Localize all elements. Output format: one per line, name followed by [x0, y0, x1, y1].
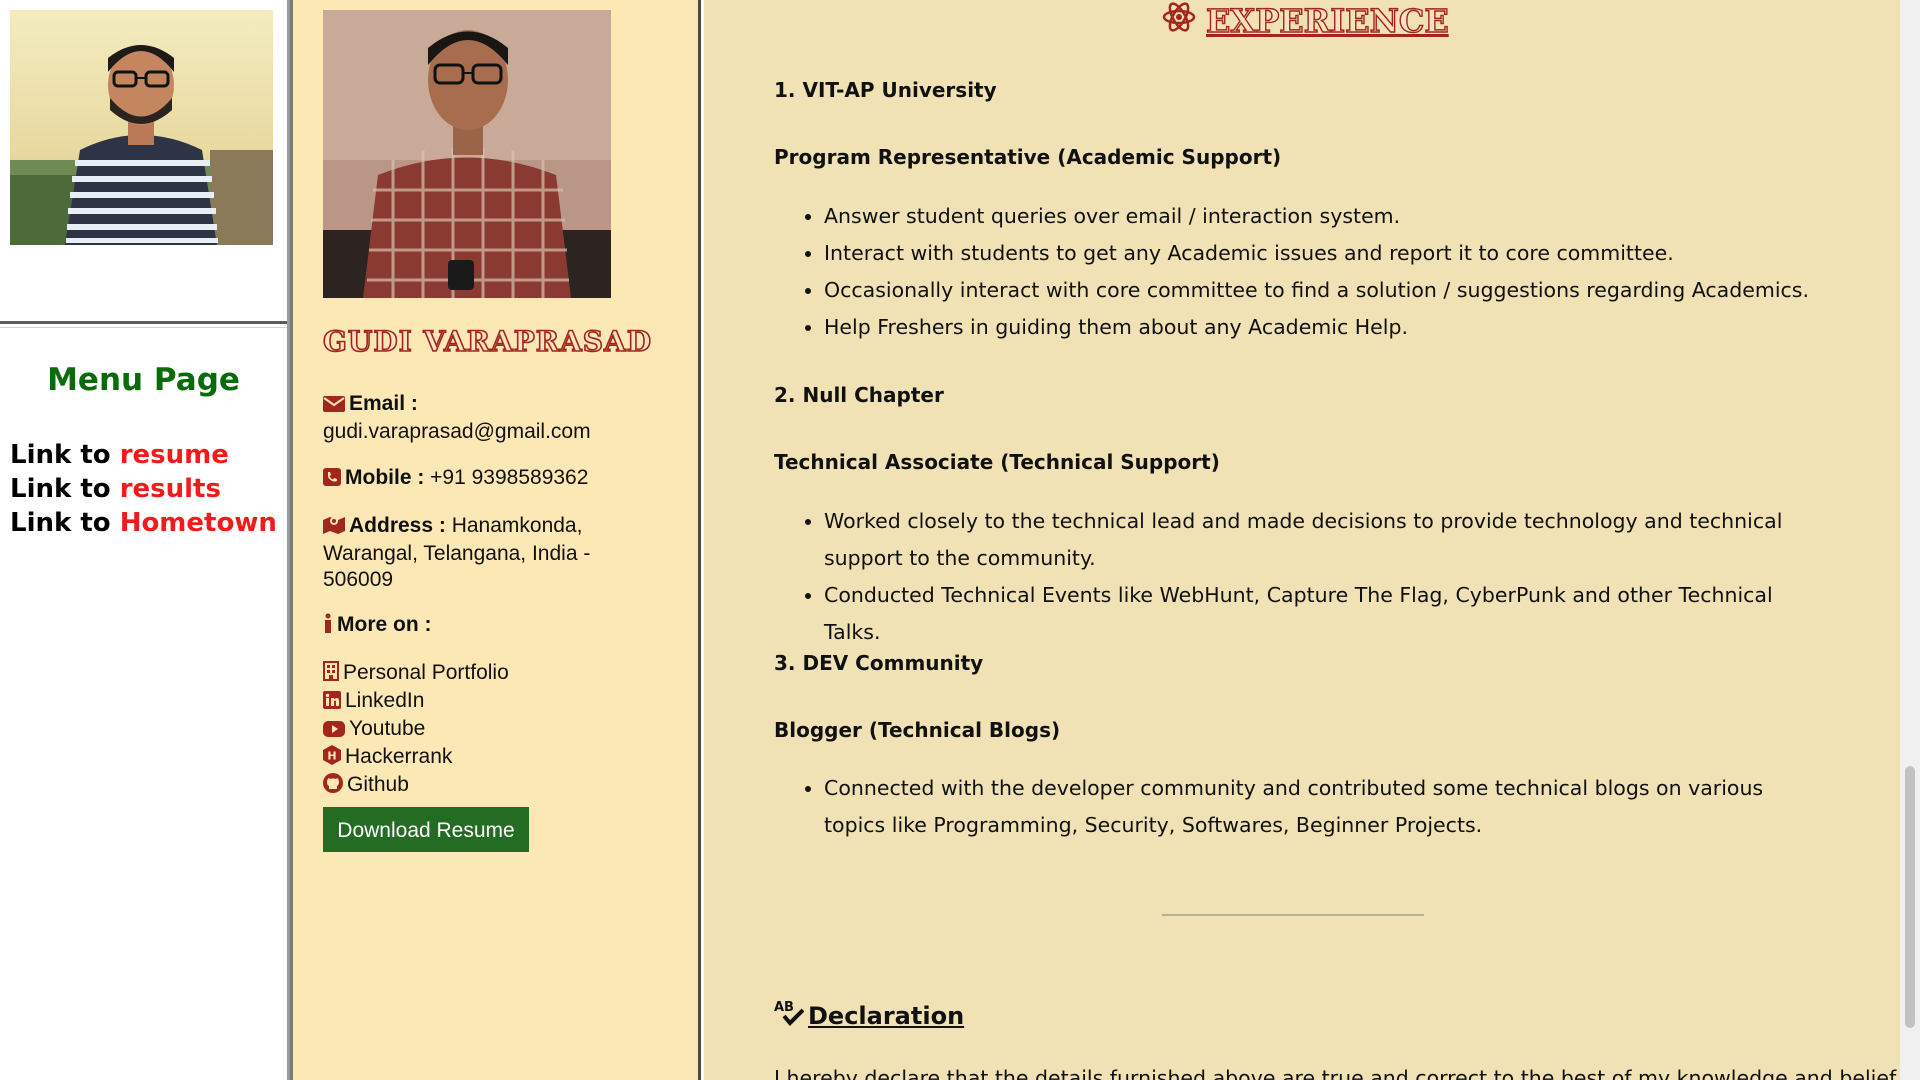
link-label: Personal Portfolio	[343, 661, 509, 684]
atom-icon	[1162, 0, 1196, 42]
vertical-scrollbar[interactable]	[1900, 0, 1920, 1080]
bullet-list: Connected with the developer community a…	[774, 770, 1824, 844]
profile-photo-outdoor	[10, 10, 273, 245]
scrollbar-thumb[interactable]	[1905, 766, 1915, 1028]
role-title: Blogger (Technical Blogs)	[774, 718, 1061, 742]
declaration-heading: AB Declaration	[774, 998, 964, 1032]
social-links: Personal Portfolio LinkedIn Youtube H Hac…	[323, 660, 663, 800]
profile-name: GUDI VARAPRASAD	[322, 324, 653, 359]
experience-heading: EXPERIENCE	[1162, 0, 1449, 42]
info-icon	[323, 613, 333, 640]
linkedin-icon	[323, 690, 341, 716]
menu-link-prefix: Link to	[10, 508, 120, 538]
mobile-value: +91 9398589362	[430, 466, 589, 489]
mobile-label: Mobile :	[345, 466, 425, 489]
map-marker-icon	[323, 514, 345, 541]
bullet-list: Answer student queries over email / inte…	[774, 198, 1824, 346]
menu-link-prefix: Link to	[10, 474, 120, 504]
menu-link-results[interactable]: Link to results	[10, 474, 221, 504]
link-resume[interactable]: resume	[120, 440, 229, 470]
left-frame: Menu Page Link to resume Link to results…	[0, 0, 290, 1080]
building-icon	[323, 661, 339, 688]
org-title: 1. VIT-AP University	[774, 78, 997, 102]
menu-pane: Menu Page Link to resume Link to results…	[0, 327, 287, 1080]
link-personal-portfolio[interactable]: Personal Portfolio	[323, 660, 663, 688]
section-divider	[1162, 914, 1424, 916]
list-item: Connected with the developer community a…	[824, 770, 1824, 844]
org-title: 2. Null Chapter	[774, 383, 944, 407]
link-github[interactable]: Github	[323, 772, 663, 800]
link-label: Github	[347, 773, 409, 796]
link-youtube[interactable]: Youtube	[323, 716, 663, 744]
link-results[interactable]: results	[120, 474, 221, 504]
menu-link-hometown[interactable]: Link to Hometown	[10, 508, 277, 538]
main-content: EXPERIENCE 1. VIT-AP University Program …	[704, 0, 1900, 1080]
email-block: Email : gudi.varaprasad@gmail.com	[323, 391, 663, 445]
hackerrank-icon: H	[323, 745, 341, 772]
declaration-heading-text: Declaration	[808, 1002, 965, 1030]
link-label: Youtube	[349, 717, 426, 740]
email-label: Email :	[349, 392, 418, 415]
org-title: 3. DEV Community	[774, 651, 984, 675]
github-icon	[323, 773, 343, 800]
download-resume-button[interactable]: Download Resume	[323, 807, 529, 852]
more-on-label: More on :	[337, 613, 432, 636]
menu-title: Menu Page	[47, 362, 240, 398]
menu-link-resume[interactable]: Link to resume	[10, 440, 229, 470]
address-block: Address : Hanamkonda, Warangal, Telangan…	[323, 513, 643, 593]
svg-text:H: H	[327, 750, 336, 763]
left-photo-pane	[0, 0, 287, 324]
role-title: Technical Associate (Technical Support)	[774, 450, 1220, 474]
profile-photo	[323, 10, 611, 298]
role-title: Program Representative (Academic Support…	[774, 145, 1282, 169]
bullet-list: Worked closely to the technical lead and…	[774, 503, 1824, 651]
list-item: Answer student queries over email / inte…	[824, 198, 1824, 235]
mobile-block: Mobile : +91 9398589362	[323, 465, 663, 493]
menu-link-prefix: Link to	[10, 440, 120, 470]
svg-text:AB: AB	[774, 1000, 794, 1015]
address-label: Address :	[349, 514, 446, 537]
link-hackerrank[interactable]: H Hackerrank	[323, 744, 663, 772]
email-value: gudi.varaprasad@gmail.com	[323, 420, 591, 443]
link-label: Hackerrank	[345, 745, 453, 768]
list-item: Interact with students to get any Academ…	[824, 235, 1824, 272]
list-item: Worked closely to the technical lead and…	[824, 503, 1824, 577]
list-item: Help Freshers in guiding them about any …	[824, 309, 1824, 346]
spellcheck-icon: AB	[774, 998, 805, 1032]
phone-icon	[323, 467, 341, 493]
link-linkedin[interactable]: LinkedIn	[323, 688, 663, 716]
list-item: Occasionally interact with core committe…	[824, 272, 1824, 309]
link-label: LinkedIn	[345, 689, 425, 712]
experience-heading-text: EXPERIENCE	[1205, 1, 1449, 40]
profile-sidebar: GUDI VARAPRASAD Email : gudi.varaprasad@…	[290, 0, 701, 1080]
list-item: Conducted Technical Events like WebHunt,…	[824, 577, 1824, 651]
youtube-icon	[323, 718, 345, 744]
envelope-icon	[323, 393, 345, 419]
declaration-text: I hereby declare that the details furnis…	[774, 1066, 1900, 1080]
more-on-label-block: More on :	[323, 612, 663, 640]
link-hometown[interactable]: Hometown	[120, 508, 277, 538]
